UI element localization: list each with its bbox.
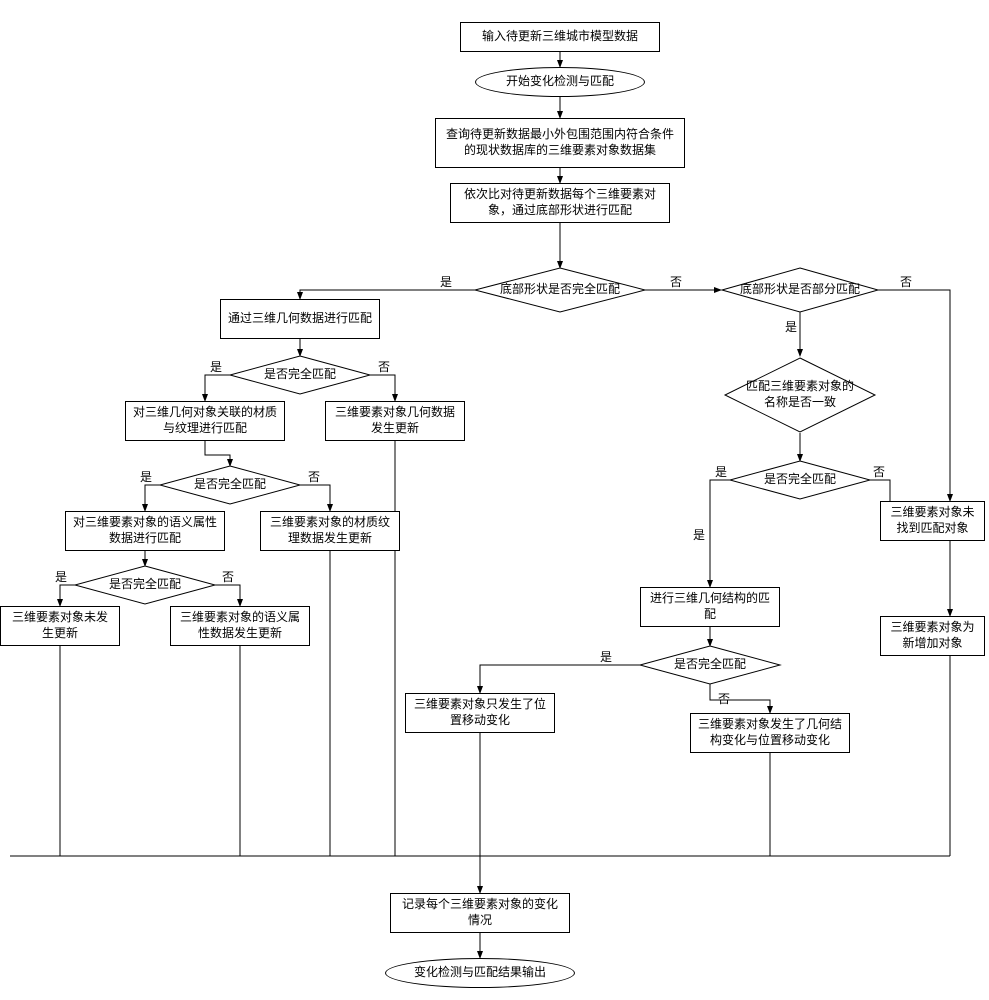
lbl-no-4: 否 <box>308 468 320 485</box>
lbl-yes-4: 是 <box>140 468 152 485</box>
lbl-yes-5: 是 <box>55 568 67 585</box>
box-semantic-updated: 三维要素对象的语义属性数据发生更新 <box>170 606 310 646</box>
decision-semantic-full-match: 是否完全匹配 <box>87 577 203 593</box>
terminator-output: 变化检测与匹配结果输出 <box>385 958 575 988</box>
box-input-data: 输入待更新三维城市模型数据 <box>460 22 660 52</box>
box-compare-bottom-shape: 依次比对待更新数据每个三维要素对象，通过底部形状进行匹配 <box>450 183 670 223</box>
lbl-yes-6: 是 <box>715 463 727 480</box>
lbl-yes-3: 是 <box>210 358 222 375</box>
box-new-object: 三维要素对象为新增加对象 <box>880 616 985 656</box>
lbl-no-1: 否 <box>670 273 682 290</box>
lbl-no-5: 否 <box>222 568 234 585</box>
box-only-position-change: 三维要素对象只发生了位置移动变化 <box>405 693 555 733</box>
decision-name-full-match: 是否完全匹配 <box>742 472 858 488</box>
box-match-3d-geometry: 通过三维几何数据进行匹配 <box>220 299 380 339</box>
lbl-yes-2: 是 <box>785 318 797 335</box>
decision-bottom-partial-match: 底部形状是否部分匹配 <box>724 281 876 299</box>
box-match-semantic-attr: 对三维要素对象的语义属性数据进行匹配 <box>65 511 225 551</box>
box-material-updated: 三维要素对象的材质纹理数据发生更新 <box>260 511 400 551</box>
box-no-match-found: 三维要素对象未找到匹配对象 <box>880 501 985 541</box>
lbl-yes-1: 是 <box>440 273 452 290</box>
decision-name-consistent: 匹配三维要素对象的名称是否一致 <box>740 378 860 412</box>
box-not-updated: 三维要素对象未发生更新 <box>0 606 120 646</box>
decision-structure-full-match: 是否完全匹配 <box>652 657 768 673</box>
lbl-no-6: 否 <box>873 463 885 480</box>
box-geometry-updated: 三维要素对象几何数据发生更新 <box>325 401 465 441</box>
box-structure-position-change: 三维要素对象发生了几何结构变化与位置移动变化 <box>690 713 850 753</box>
lbl-yes-7: 是 <box>693 526 705 543</box>
decision-bottom-full-match: 底部形状是否完全匹配 <box>480 281 640 299</box>
lbl-no-2: 否 <box>900 273 912 290</box>
terminator-start: 开始变化检测与匹配 <box>475 67 645 97</box>
lbl-no-8: 否 <box>718 690 730 707</box>
decision-geometry-full-match: 是否完全匹配 <box>242 367 358 383</box>
box-query-dataset: 查询待更新数据最小外包围范围内符合条件的现状数据库的三维要素对象数据集 <box>435 118 685 168</box>
lbl-yes-8: 是 <box>600 648 612 665</box>
lbl-no-3: 否 <box>378 358 390 375</box>
box-match-geometry-structure: 进行三维几何结构的匹配 <box>640 587 780 627</box>
decision-material-full-match: 是否完全匹配 <box>172 477 288 493</box>
box-match-material-texture: 对三维几何对象关联的材质与纹理进行匹配 <box>125 401 285 441</box>
box-record-changes: 记录每个三维要素对象的变化情况 <box>390 893 570 933</box>
